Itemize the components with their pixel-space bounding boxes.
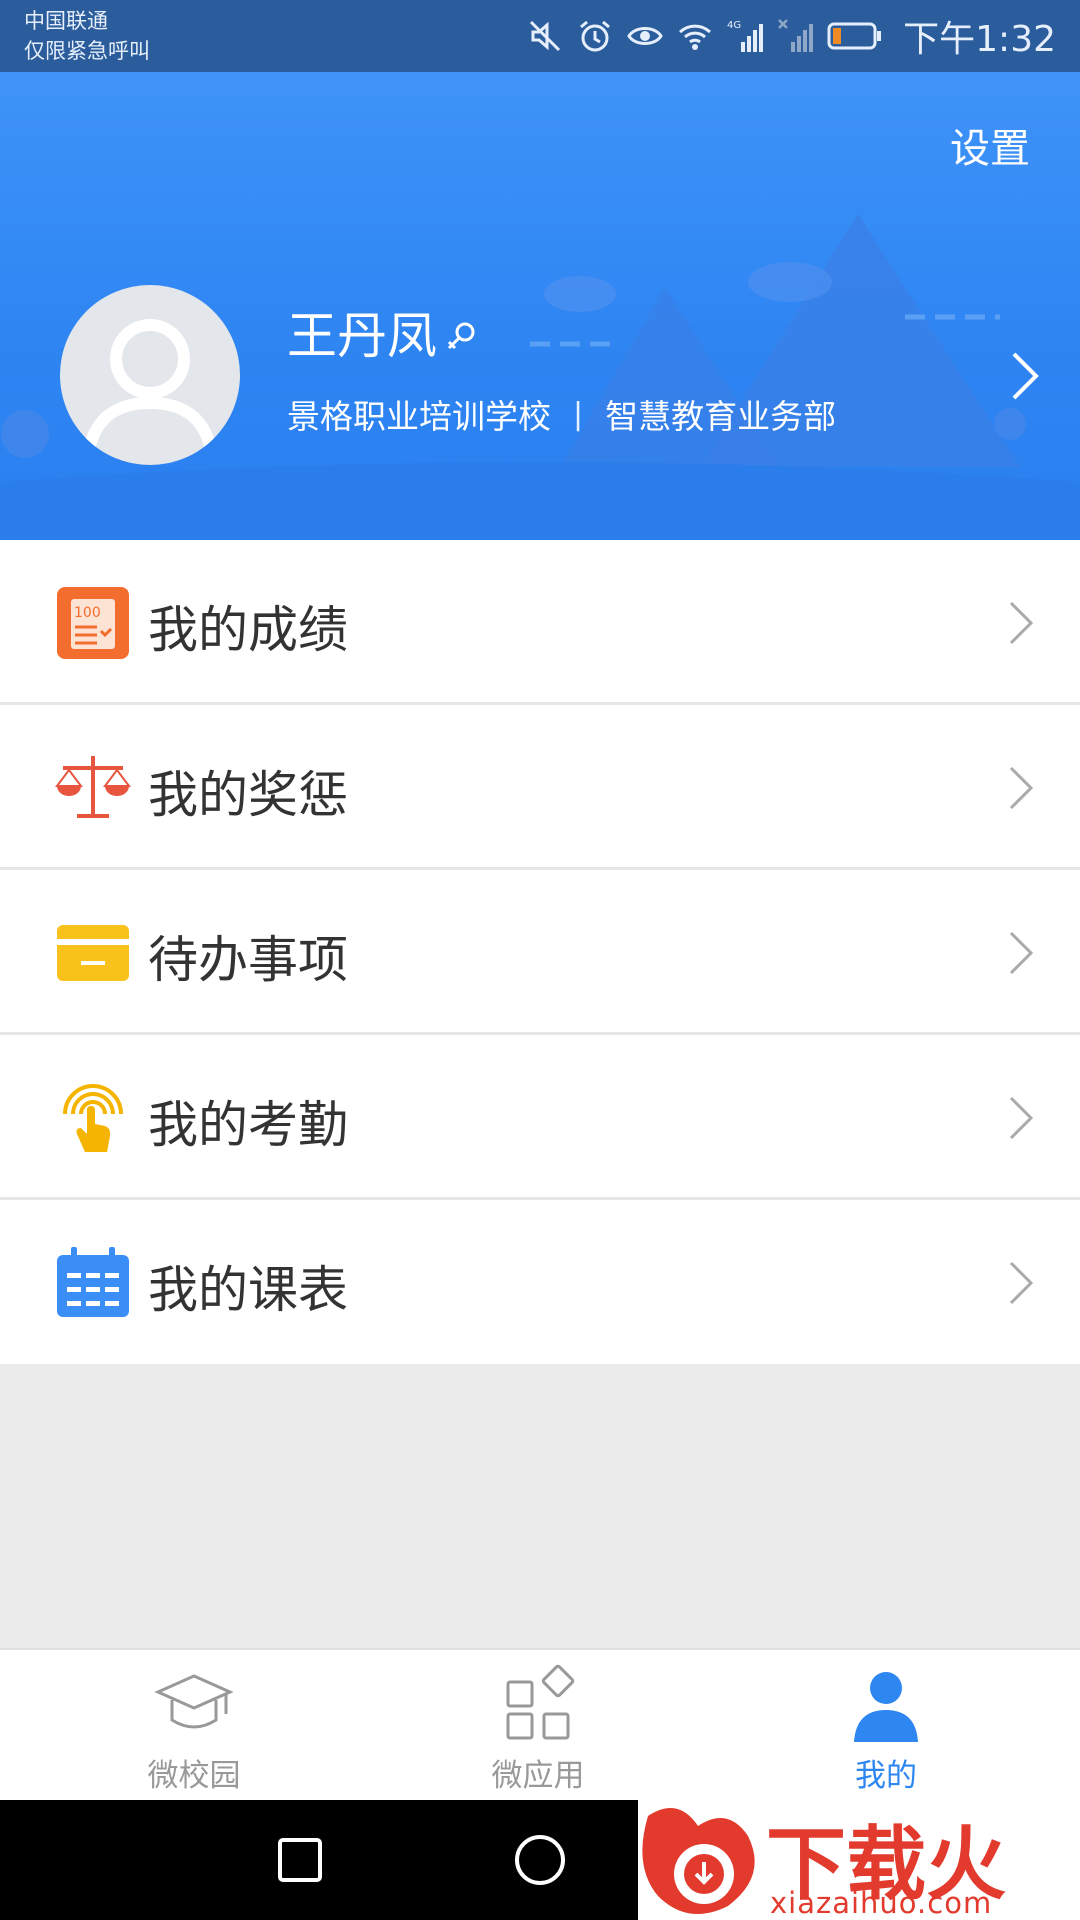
tab-apps[interactable]: 微应用 bbox=[438, 1650, 638, 1802]
chevron-right-icon bbox=[1009, 1096, 1034, 1140]
emergency-calls-only: 仅限紧急呼叫 bbox=[24, 39, 150, 63]
alarm-icon bbox=[580, 20, 611, 52]
user-name-row: 王丹凤 bbox=[287, 296, 479, 368]
chevron-right-icon bbox=[1009, 601, 1034, 645]
menu-item-label: 我的成绩 bbox=[148, 601, 348, 659]
menu-item-label: 我的考勤 bbox=[148, 1096, 348, 1154]
chevron-right-icon bbox=[1009, 931, 1034, 975]
person-icon bbox=[854, 1672, 918, 1742]
recents-button[interactable] bbox=[270, 1830, 330, 1890]
menu-item-label: 我的课表 bbox=[148, 1261, 348, 1319]
settings-button[interactable]: 设置 bbox=[950, 116, 1030, 174]
affiliation: 景格职业培训学校 | 智慧教育业务部 bbox=[287, 390, 836, 438]
menu-item-scores[interactable]: 100 我的成绩 bbox=[0, 540, 1080, 705]
bottom-navigation: 微校园 微应用 我的 bbox=[0, 1648, 1080, 1800]
menu-item-label: 待办事项 bbox=[148, 931, 348, 989]
watermark: 下载火 xiazaihuo.com bbox=[638, 1796, 1080, 1920]
watermark-url: xiazaihuo.com bbox=[770, 1886, 993, 1920]
menu-item-rewards[interactable]: 我的奖惩 bbox=[0, 705, 1080, 870]
home-button[interactable] bbox=[510, 1830, 570, 1890]
carrier-name: 中国联通 bbox=[24, 9, 108, 33]
clock: 下午1:32 bbox=[903, 19, 1056, 60]
menu-item-label: 我的奖惩 bbox=[148, 766, 348, 824]
chevron-right-icon bbox=[1009, 1261, 1034, 1305]
female-gender-icon bbox=[447, 322, 475, 350]
balance-scale-icon bbox=[55, 756, 131, 818]
carrier-info: 中国联通 仅限紧急呼叫 bbox=[24, 6, 150, 66]
chevron-right-icon bbox=[1009, 766, 1034, 810]
svg-text:4G: 4G bbox=[727, 20, 741, 31]
timetable-icon bbox=[57, 1247, 129, 1317]
menu-item-todo[interactable]: 待办事项 bbox=[0, 870, 1080, 1035]
todo-card-icon bbox=[57, 925, 129, 981]
tab-label: 微应用 bbox=[491, 1758, 585, 1794]
wifi-icon bbox=[679, 24, 712, 50]
battery-icon bbox=[827, 22, 882, 50]
status-icons: 4G 下午1:32 bbox=[527, 14, 1056, 60]
tab-label: 我的 bbox=[855, 1758, 917, 1794]
status-bar: 中国联通 仅限紧急呼叫 4G 下午1:32 bbox=[0, 0, 1080, 72]
svg-text:100: 100 bbox=[74, 605, 101, 621]
watermark-logo-icon bbox=[642, 1808, 755, 1914]
menu-item-attendance[interactable]: 我的考勤 bbox=[0, 1035, 1080, 1200]
score-report-icon: 100 bbox=[57, 587, 129, 659]
school-name: 景格职业培训学校 bbox=[287, 397, 551, 436]
apps-grid-icon bbox=[506, 1664, 575, 1740]
user-name: 王丹凤 bbox=[287, 307, 437, 365]
profile-header: 设置 王丹凤 景格职业培训学校 | 智慧教育业务部 bbox=[0, 72, 1080, 540]
eye-comfort-icon bbox=[627, 27, 663, 45]
menu-list: 100 我的成绩 我的奖惩 待办事项 我的考勤 我的课表 bbox=[0, 540, 1080, 1364]
tab-mine[interactable]: 我的 bbox=[786, 1650, 986, 1802]
profile-chevron-icon[interactable] bbox=[1004, 348, 1044, 404]
tap-attendance-icon bbox=[63, 1084, 123, 1152]
tab-campus[interactable]: 微校园 bbox=[94, 1650, 294, 1802]
avatar[interactable] bbox=[60, 285, 240, 465]
signal-sim2-icon bbox=[778, 19, 814, 52]
graduation-cap-icon bbox=[154, 1674, 234, 1729]
mute-icon bbox=[530, 20, 561, 52]
tab-label: 微校园 bbox=[147, 1758, 241, 1794]
menu-item-timetable[interactable]: 我的课表 bbox=[0, 1200, 1080, 1364]
signal-4g-icon: 4G bbox=[727, 20, 764, 52]
department-name: 智慧教育业务部 bbox=[605, 397, 837, 436]
affiliation-separator: | bbox=[573, 396, 584, 432]
